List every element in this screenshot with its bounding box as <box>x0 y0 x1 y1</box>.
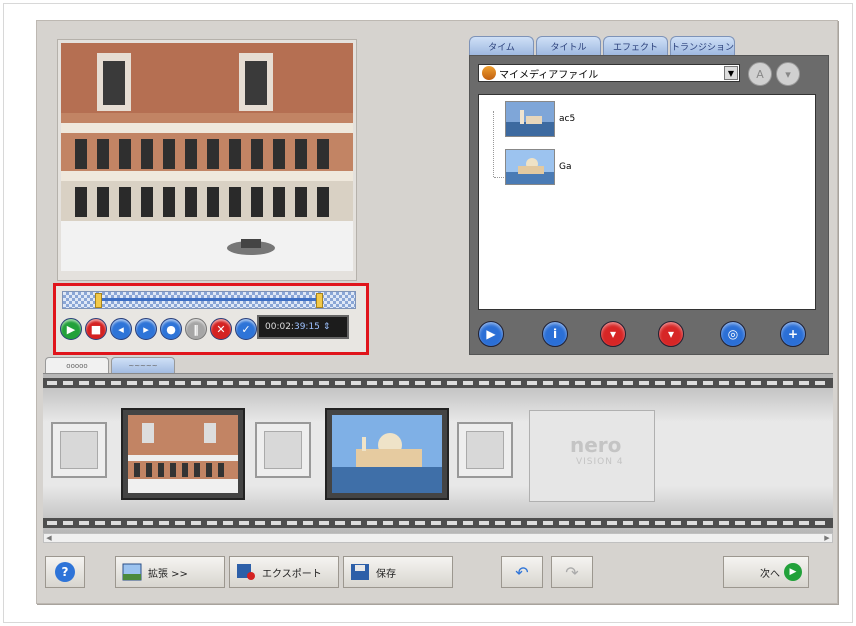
transition-icon <box>466 431 504 469</box>
timeline-range <box>99 298 319 301</box>
browser-actions: ▶ i ▾ ▾ ◎ + <box>470 318 828 350</box>
nero-logo-word: nero <box>570 433 622 457</box>
save-label: 保存 <box>376 568 396 580</box>
tab-timeline[interactable]: ~~~~~ <box>111 357 175 374</box>
browser-option-b-button[interactable]: ▾ <box>776 62 800 86</box>
file-list: ac5 Ga <box>478 94 816 310</box>
timecode-frames: 39:15 <box>293 322 320 332</box>
play-button[interactable]: ▶ <box>60 318 82 340</box>
expand-button[interactable]: 拡張 >> <box>115 556 225 588</box>
help-icon: ? <box>55 562 75 582</box>
next-button[interactable]: 次へ ▶ <box>723 556 809 588</box>
properties-button[interactable]: i <box>542 321 568 347</box>
clip-image <box>128 415 238 493</box>
tab-titles[interactable]: タイトル <box>536 36 601 55</box>
timecode-spin-icon[interactable]: ⇕ <box>323 322 331 332</box>
dropdown-value: マイメディアファイル <box>499 69 599 81</box>
split-button[interactable]: ‖ <box>185 318 207 340</box>
redo-icon: ↷ <box>565 562 579 582</box>
previous-frame-button[interactable]: ◂ <box>110 318 132 340</box>
storyboard-clip-1[interactable] <box>121 408 245 500</box>
settings-button[interactable]: ◎ <box>720 321 746 347</box>
tab-storyboard[interactable]: ooooo <box>45 357 109 374</box>
clip-image <box>332 415 442 493</box>
chevron-down-icon[interactable]: ▼ <box>724 66 738 80</box>
tab-effects[interactable]: エフェクト <box>603 36 668 55</box>
scroll-left-icon[interactable]: ◀ <box>44 534 54 542</box>
strip-tabs: ooooo ~~~~~ <box>45 357 175 374</box>
remove-button[interactable]: ▾ <box>600 321 626 347</box>
film-perforation-top <box>43 378 833 388</box>
playback-button-row: ▶ ■ ◂ ▸ ● ‖ ✕ ✓ <box>60 315 257 343</box>
transition-slot[interactable] <box>457 422 513 478</box>
timeline-scrubber[interactable] <box>62 291 356 309</box>
file-name: ac5 <box>559 114 576 124</box>
export-button[interactable]: エクスポート <box>229 556 339 588</box>
tab-transitions[interactable]: トランジション <box>670 36 735 55</box>
expand-label: 拡張 >> <box>148 568 188 580</box>
browser-option-a-button[interactable]: A <box>748 62 772 86</box>
list-item[interactable]: ac5 <box>505 101 575 137</box>
undo-button[interactable]: ↶ <box>501 556 543 588</box>
storyboard-strip: nero VISION 4 <box>43 373 833 534</box>
film-perforation-bottom <box>43 518 833 528</box>
transition-slot[interactable] <box>255 422 311 478</box>
next-frame-button[interactable]: ▸ <box>135 318 157 340</box>
media-source-dropdown[interactable]: マイメディアファイル ▼ <box>478 64 740 82</box>
storyboard-scrollbar[interactable]: ◀ ▶ <box>43 533 833 543</box>
next-label: 次へ <box>760 568 780 580</box>
nero-vision-window: ▶ ■ ◂ ▸ ● ‖ ✕ ✓ 00:02: 39:15 ⇕ タイム タイトル エ… <box>36 20 838 604</box>
save-button[interactable]: 保存 <box>343 556 453 588</box>
media-browser: マイメディアファイル ▼ A ▾ ac5 Ga ▶ i ▾ ▾ ◎ + <box>469 55 829 355</box>
redo-button[interactable]: ↷ <box>551 556 593 588</box>
snapshot-button[interactable]: ● <box>160 318 182 340</box>
list-item[interactable]: Ga <box>505 149 572 185</box>
file-name: Ga <box>559 162 572 172</box>
nero-vision-logo-slot: nero VISION 4 <box>529 410 655 502</box>
end-marker-handle[interactable] <box>316 293 323 308</box>
confirm-button[interactable]: ✓ <box>235 318 257 340</box>
nero-logo-sub: VISION 4 <box>576 457 624 467</box>
export-icon <box>237 564 255 580</box>
media-tabs: タイム タイトル エフェクト トランジション <box>469 36 735 55</box>
start-marker-handle[interactable] <box>95 293 102 308</box>
export-label: エクスポート <box>262 568 322 580</box>
transition-icon <box>60 431 98 469</box>
clip-thumbnail <box>505 101 555 137</box>
add-media-button[interactable]: + <box>780 321 806 347</box>
preview-panel <box>57 39 357 281</box>
player-controls: ▶ ■ ◂ ▸ ● ‖ ✕ ✓ 00:02: 39:15 ⇕ <box>53 283 369 355</box>
timecode-display[interactable]: 00:02: 39:15 ⇕ <box>257 315 349 339</box>
timecode-main: 00:02: <box>265 322 294 332</box>
user-folder-icon <box>482 66 496 80</box>
undo-icon: ↶ <box>515 562 529 582</box>
tab-media[interactable]: タイム <box>469 36 534 55</box>
delete-button[interactable]: ✕ <box>210 318 232 340</box>
stop-button[interactable]: ■ <box>85 318 107 340</box>
picture-icon <box>122 563 142 581</box>
help-button[interactable]: ? <box>45 556 85 588</box>
arrow-right-icon: ▶ <box>784 563 802 581</box>
delete-media-button[interactable]: ▾ <box>658 321 684 347</box>
floppy-disk-icon <box>351 564 369 580</box>
scroll-right-icon[interactable]: ▶ <box>822 534 832 542</box>
play-preview-button[interactable]: ▶ <box>478 321 504 347</box>
transition-slot[interactable] <box>51 422 107 478</box>
storyboard-clip-2[interactable] <box>325 408 449 500</box>
clip-thumbnail <box>505 149 555 185</box>
preview-video <box>61 43 353 271</box>
transition-icon <box>264 431 302 469</box>
